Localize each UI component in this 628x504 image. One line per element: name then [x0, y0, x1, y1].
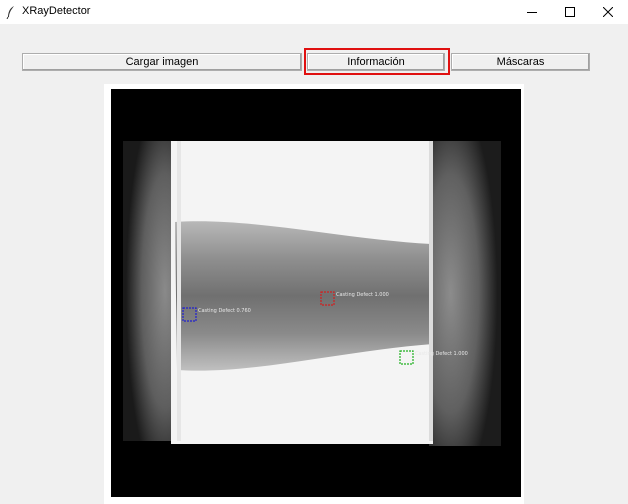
detection-2: Casting Defect 1.000	[320, 291, 389, 306]
load-image-button[interactable]: Cargar imagen	[22, 53, 302, 71]
detection-box	[320, 291, 335, 306]
detections-layer: Casting Defect 0.760 Casting Defect 1.000…	[182, 291, 468, 365]
minimize-icon	[527, 12, 537, 13]
minimize-button[interactable]	[514, 0, 550, 24]
feather-icon	[6, 6, 14, 19]
masks-button[interactable]: Máscaras	[451, 53, 590, 71]
detection-label: Casting Defect 1.000	[336, 292, 389, 298]
close-button[interactable]	[590, 0, 626, 24]
maximize-button[interactable]	[552, 0, 588, 24]
image-viewer: Casting Defect 0.760 Casting Defect 1.000…	[104, 84, 524, 504]
detection-box	[182, 307, 197, 322]
xray-image: Casting Defect 0.760 Casting Defect 1.000…	[111, 89, 521, 497]
detection-label: Casting Defect 0.760	[198, 308, 251, 314]
detection-1: Casting Defect 0.760	[182, 307, 251, 322]
title-bar: XRayDetector	[0, 0, 628, 24]
maximize-icon	[565, 7, 575, 17]
detection-label: Casting Defect 1.000	[415, 351, 468, 357]
window-title: XRayDetector	[22, 5, 91, 17]
information-button[interactable]: Información	[307, 53, 445, 71]
close-icon	[603, 7, 613, 17]
detection-box	[399, 350, 414, 365]
detection-3: Casting Defect 1.000	[399, 350, 468, 365]
